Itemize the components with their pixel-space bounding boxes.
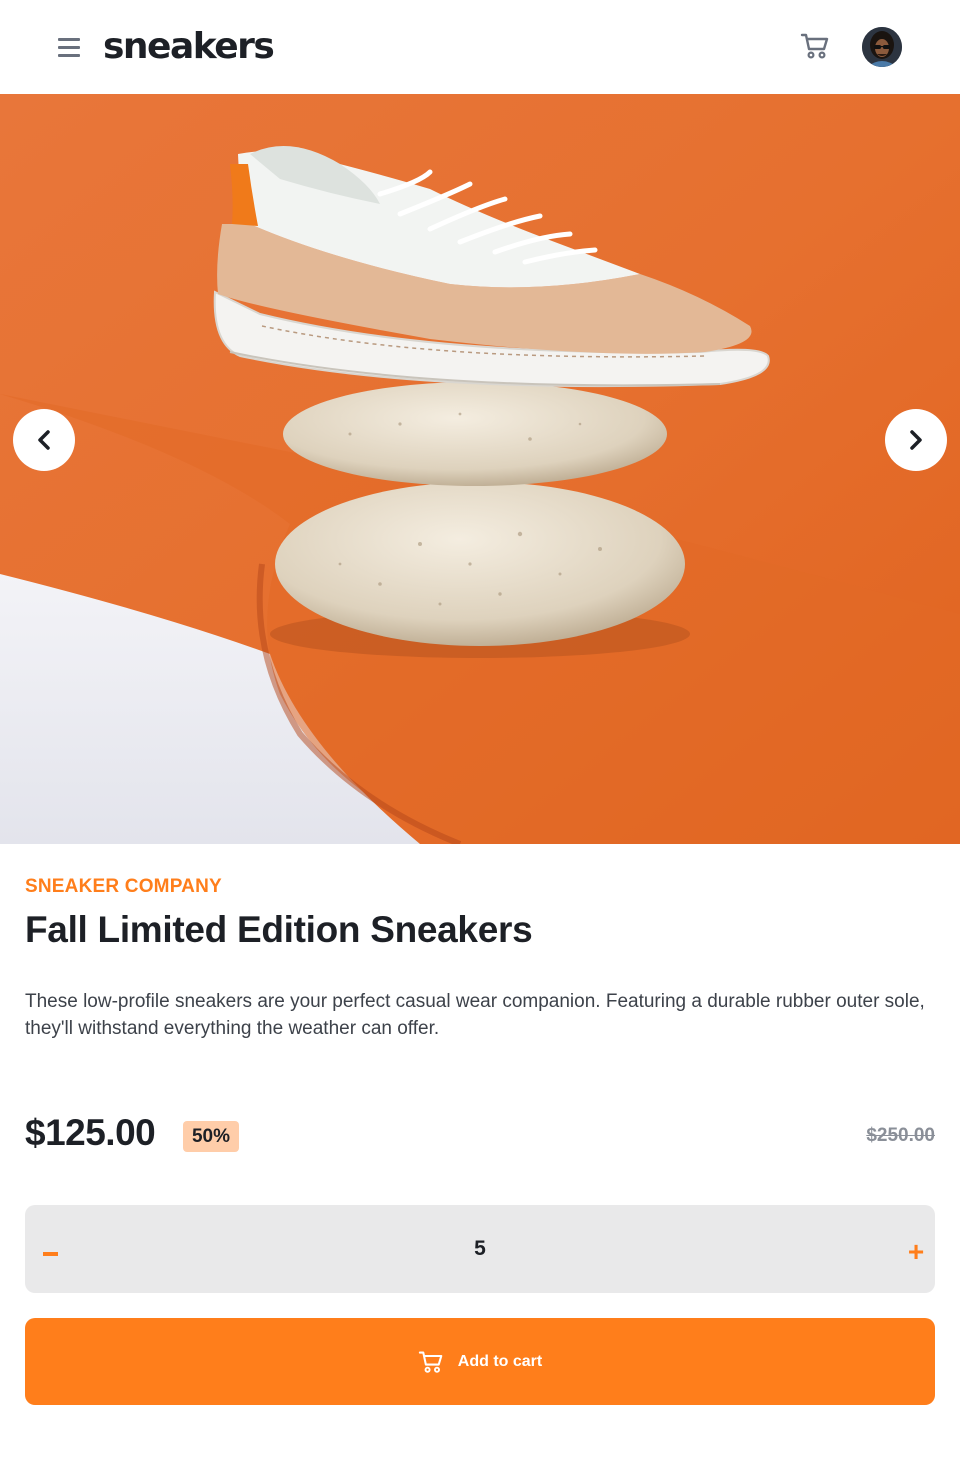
avatar[interactable]	[862, 27, 902, 67]
company-label: SNEAKER COMPANY	[25, 876, 222, 897]
previous-image-button[interactable]	[13, 409, 75, 471]
header: sneakers	[0, 0, 960, 94]
product-image	[0, 94, 960, 844]
logo[interactable]: sneakers	[103, 22, 275, 72]
increase-quantity-button[interactable]: +	[899, 1235, 933, 1269]
chevron-right-icon	[910, 430, 922, 450]
add-to-cart-button[interactable]: Add to cart	[25, 1318, 935, 1405]
chevron-left-icon	[38, 430, 50, 450]
product-description: These low-profile sneakers are your perf…	[25, 991, 925, 1039]
discount-badge: 50%	[183, 1121, 239, 1152]
quantity-stepper: 5 +	[25, 1205, 935, 1293]
original-price: $250.00	[866, 1125, 935, 1146]
cart-icon	[418, 1350, 444, 1374]
next-image-button[interactable]	[885, 409, 947, 471]
menu-icon[interactable]	[58, 38, 80, 57]
current-price: $125.00	[25, 1112, 156, 1153]
add-to-cart-label: Add to cart	[457, 1352, 543, 1370]
product-title: Fall Limited Edition Sneakers	[25, 909, 533, 950]
quantity-value: 5	[474, 1237, 486, 1260]
cart-icon[interactable]	[800, 32, 830, 60]
